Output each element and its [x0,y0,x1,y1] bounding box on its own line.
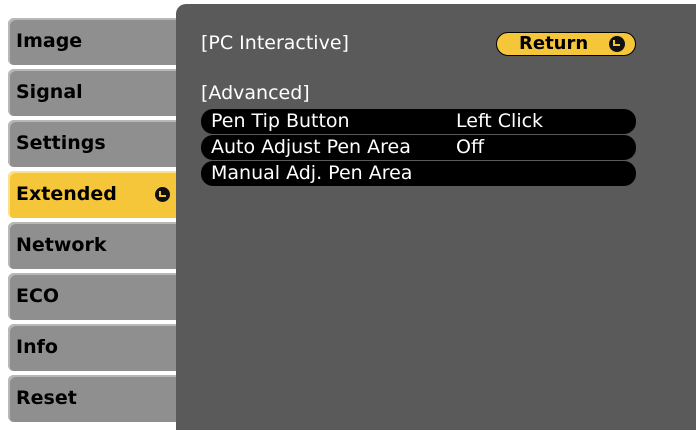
tab-label: Extended [16,183,117,205]
setting-row-manual-adj-pen-area[interactable]: Manual Adj. Pen Area [201,161,636,186]
tab-label: ECO [16,285,60,307]
settings-panel: [PC Interactive] Return [Advanced] Pen T… [176,4,696,430]
return-button[interactable]: Return [496,32,636,56]
tab-label: Signal [16,81,83,103]
return-label: Return [519,33,589,54]
enter-icon [155,187,170,202]
tab-reset[interactable]: Reset [8,375,176,422]
tab-network[interactable]: Network [8,222,176,269]
setting-label: Manual Adj. Pen Area [211,162,413,184]
setting-row-pen-tip-button[interactable]: Pen Tip Button Left Click [201,109,636,134]
tab-info[interactable]: Info [8,324,176,371]
section-heading-advanced: [Advanced] [201,82,310,104]
tab-label: Network [16,234,107,256]
enter-icon [609,36,625,52]
tab-label: Reset [16,387,77,409]
panel-title: [PC Interactive] [201,32,349,54]
setting-row-auto-adjust-pen-area[interactable]: Auto Adjust Pen Area Off [201,135,636,160]
projector-menu-screen: [PC Interactive] Return [Advanced] Pen T… [0,0,700,430]
tab-label: Settings [16,132,106,154]
settings-list: Pen Tip Button Left Click Auto Adjust Pe… [201,109,636,187]
tab-signal[interactable]: Signal [8,69,176,116]
setting-value: Off [456,136,485,158]
tab-extended[interactable]: Extended [8,171,176,218]
tab-label: Image [16,30,83,52]
tab-settings[interactable]: Settings [8,120,176,167]
setting-value: Left Click [456,110,544,132]
tab-eco[interactable]: ECO [8,273,176,320]
setting-label: Pen Tip Button [211,110,350,132]
setting-label: Auto Adjust Pen Area [211,136,411,158]
tab-label: Info [16,336,58,358]
tab-image[interactable]: Image [8,18,176,65]
